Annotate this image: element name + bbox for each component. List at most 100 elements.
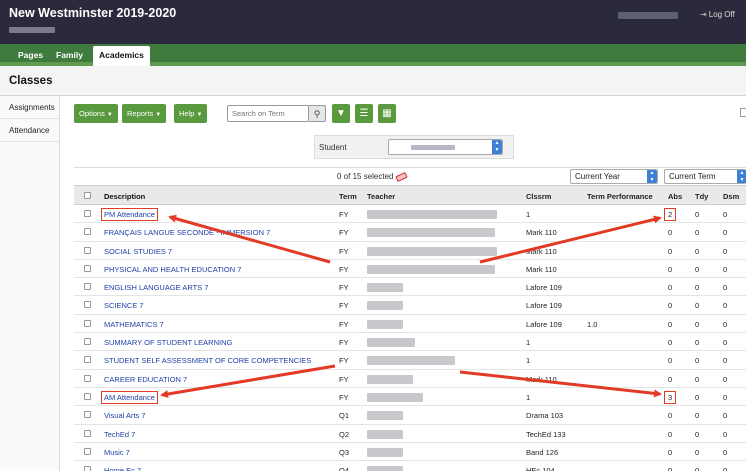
year-filter-select[interactable]: Current Year ▲ ▼ [570,169,658,184]
class-description-link[interactable]: SOCIAL STUDIES 7 [104,247,172,256]
tab-academics[interactable]: Academics [93,46,150,66]
class-absences: 0 [668,228,673,238]
term-filter-value: Current Term [669,172,716,181]
help-button[interactable]: Help ▼ [174,104,208,123]
class-term: FY [339,264,349,274]
term-filter-select[interactable]: Current Term ▲ ▼ [664,169,746,184]
class-description-link[interactable]: Home Ec 7 [104,466,141,471]
reports-button[interactable]: Reports ▼ [122,104,167,123]
class-absences: 0 [668,356,673,366]
options-button[interactable]: Options ▼ [74,104,118,123]
row-checkbox[interactable] [84,301,91,309]
table-row[interactable]: CAREER EDUCATION 7 FY Mark 110 0 0 0 [74,370,746,388]
class-absences: 0 [668,264,673,274]
col-dismissed[interactable]: Dsm [723,192,739,201]
table-row[interactable]: SUMMARY OF STUDENT LEARNING FY 1 0 0 0 [74,333,746,352]
logoff-label: Log Off [708,10,735,19]
row-checkbox[interactable] [84,283,91,291]
search-button[interactable]: ⚲ [309,105,326,122]
class-classroom: 1 [526,356,531,366]
side-item-attendance[interactable]: Attendance [0,119,59,142]
class-description-link[interactable]: PHYSICAL AND HEALTH EDUCATION 7 [104,265,241,274]
table-row[interactable]: FRANÇAIS LANGUE SECONDE - IMMERSION 7 FY M… [74,223,746,242]
table-row[interactable]: ENGLISH LANGUAGE ARTS 7 FY Lafore 109 0 0 0 [74,278,746,297]
row-checkbox[interactable] [84,429,91,437]
row-checkbox[interactable] [84,319,91,327]
class-classroom: 1 [526,338,531,348]
table-row[interactable]: STUDENT SELF ASSESSMENT OF CORE COMPETEN… [74,351,746,370]
side-nav: Assignments Attendance [0,96,60,471]
print-icon[interactable] [740,108,746,117]
table-row[interactable]: Visual Arts 7 Q1 Drama 103 0 0 0 [74,406,746,425]
class-term: FY [339,338,349,348]
class-description-link[interactable]: AM Attendance [101,390,158,404]
class-description-link[interactable]: MATHEMATICS 7 [104,320,164,329]
card-view-button[interactable]: ▦ [378,104,396,123]
class-description-link[interactable]: Music 7 [104,448,130,457]
class-absences: 0 [668,319,673,329]
table-row[interactable]: SCIENCE 7 FY Lafore 109 0 0 0 [74,296,746,315]
class-description-link[interactable]: TechEd 7 [104,430,135,439]
class-term: Q1 [339,411,350,421]
table-body: PM Attendance FY 1 2 0 0 FRANÇAIS LANGUE SECON… [74,205,746,471]
col-classroom[interactable]: Clssrm [526,192,551,201]
selection-count-text: 0 of 15 selected [337,172,394,181]
student-select[interactable]: ▲ ▼ [388,139,503,155]
class-classroom: Mark 110 [526,228,557,238]
col-description[interactable]: Description [104,192,145,201]
tab-pages[interactable]: Pages [12,46,49,64]
year-filter-value: Current Year [575,172,620,181]
row-checkbox[interactable] [84,411,91,419]
search-input[interactable] [228,106,308,121]
row-checkbox[interactable] [84,210,91,217]
filter-button[interactable]: ▼ [332,104,350,123]
row-checkbox[interactable] [84,228,91,236]
class-absences: 0 [668,411,673,421]
class-description-link[interactable]: SUMMARY OF STUDENT LEARNING [104,338,232,347]
table-row[interactable]: Home Ec 7 Q4 HEc 104 0 0 0 [74,461,746,471]
row-checkbox[interactable] [84,246,91,254]
col-term-performance[interactable]: Term Performance [587,192,653,201]
table-row[interactable]: SOCIAL STUDIES 7 FY Mark 110 0 0 0 [74,242,746,260]
row-checkbox[interactable] [84,374,91,382]
class-term: FY [339,301,349,311]
col-teacher[interactable]: Teacher [367,192,395,201]
table-row[interactable]: PM Attendance FY 1 2 0 0 [74,205,746,224]
class-description-link[interactable]: FRANÇAIS LANGUE SECONDE - IMMERSION 7 [104,228,270,237]
class-description-link[interactable]: STUDENT SELF ASSESSMENT OF CORE COMPETEN… [104,356,311,365]
table-row[interactable]: AM Attendance FY 1 3 0 0 [74,388,746,407]
class-absences: 0 [668,301,673,311]
col-term[interactable]: Term [339,192,357,201]
table-row[interactable]: PHYSICAL AND HEALTH EDUCATION 7 FY Mark 11… [74,260,746,279]
table-header: Description Term Teacher Clssrm Term Per… [74,185,746,205]
row-checkbox[interactable] [84,338,91,346]
select-all-checkbox[interactable] [84,192,91,199]
tab-family[interactable]: Family [50,46,89,64]
class-description-link[interactable]: ENGLISH LANGUAGE ARTS 7 [104,283,208,292]
table-row[interactable]: MATHEMATICS 7 FY Lafore 109 1.0 0 0 0 [74,315,746,334]
class-tardies: 0 [695,429,700,439]
table-row[interactable]: Music 7 Q3 Band 126 0 0 0 [74,443,746,462]
eraser-icon[interactable] [395,171,409,182]
row-checkbox[interactable] [84,264,91,272]
logoff-link[interactable]: ⇥ Log Off [700,10,735,19]
side-item-assignments[interactable]: Assignments [0,96,59,119]
list-view-button[interactable]: ☰ [355,104,373,123]
row-checkbox[interactable] [84,392,91,400]
col-absences[interactable]: Abs [668,192,682,201]
class-tardies: 0 [695,228,700,238]
class-description-link[interactable]: Visual Arts 7 [104,411,146,420]
class-description-link[interactable]: CAREER EDUCATION 7 [104,375,187,384]
class-absences: 2 [664,208,677,221]
class-description-link[interactable]: PM Attendance [101,208,158,221]
row-checkbox[interactable] [84,466,91,471]
row-checkbox[interactable] [84,356,91,364]
dropdown-arrow-icon: ▲ ▼ [737,170,746,183]
class-description-link[interactable]: SCIENCE 7 [104,301,144,310]
table-row[interactable]: TechEd 7 Q2 TechEd 133 0 0 0 [74,425,746,443]
row-checkbox[interactable] [84,447,91,455]
col-tardy[interactable]: Tdy [695,192,708,201]
class-dismissals: 0 [723,319,728,329]
app-title: New Westminster 2019-2020 [9,6,177,20]
class-term: Q3 [339,447,350,457]
